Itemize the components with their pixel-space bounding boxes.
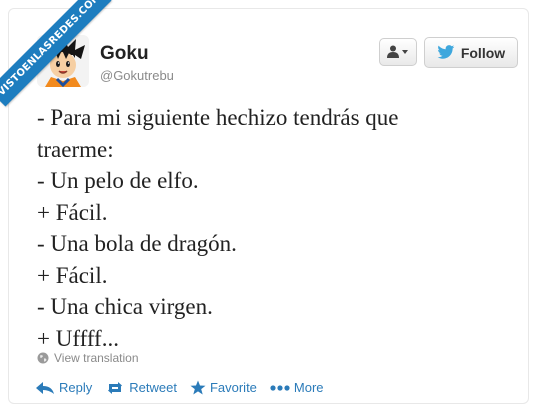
follow-button[interactable]: Follow	[424, 37, 518, 68]
retweet-icon	[108, 381, 123, 394]
author-name[interactable]: Goku	[100, 43, 149, 65]
retweet-button[interactable]: Retweet	[105, 380, 177, 395]
user-actions-button[interactable]	[379, 38, 417, 66]
more-dots-icon	[270, 384, 290, 391]
reply-icon	[36, 381, 54, 394]
tweet-line: + Uffff...	[37, 325, 119, 351]
tweet-actions: Reply Retweet Favorite More	[35, 380, 337, 395]
retweet-label: Retweet	[129, 380, 177, 395]
tweet-line: + Fácil.	[37, 199, 108, 225]
author-handle[interactable]: @Gokutrebu	[100, 68, 174, 83]
tweet-line: - Un pelo de elfo.	[37, 168, 199, 193]
favorite-button[interactable]: Favorite	[190, 380, 257, 395]
more-button[interactable]: More	[270, 380, 324, 395]
watermark-ribbon: VISTOENLASREDES.COM	[0, 0, 112, 107]
tweet-line: traerme:	[37, 136, 114, 162]
tweet-line: - Para mi siguiente hechizo tendrás que	[37, 105, 399, 130]
view-translation-label: View translation	[54, 351, 139, 365]
reply-label: Reply	[59, 380, 93, 395]
follow-label: Follow	[460, 44, 506, 61]
globe-icon	[37, 352, 49, 364]
tweet-text: - Para mi siguiente hechizo tendrás que …	[37, 102, 507, 354]
tweet-line: - Una chica virgen.	[37, 294, 213, 319]
star-icon	[190, 380, 206, 395]
tweet-line: + Fácil.	[37, 262, 108, 288]
tweet-line: - Una bola de dragón.	[37, 231, 237, 256]
view-translation-link[interactable]: View translation	[37, 351, 139, 365]
favorite-label: Favorite	[209, 380, 257, 395]
twitter-bird-icon	[437, 45, 455, 59]
tweet-card: VISTOENLASREDES.COM Goku @Gokutrebu Foll…	[0, 0, 529, 404]
more-label: More	[293, 380, 324, 395]
person-dropdown-icon	[387, 45, 408, 58]
reply-button[interactable]: Reply	[35, 380, 92, 395]
